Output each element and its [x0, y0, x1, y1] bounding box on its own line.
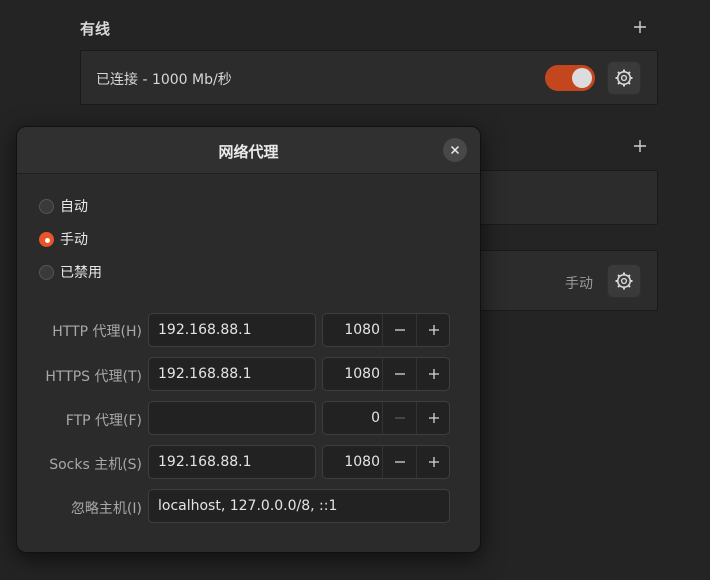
http-proxy-port-value[interactable]: 1080 — [323, 314, 380, 346]
https-proxy-port-value[interactable]: 1080 — [323, 358, 380, 390]
http-proxy-port-spinner: 1080 — [322, 313, 450, 347]
http-port-increment-button[interactable] — [416, 314, 450, 346]
socks-host-input[interactable]: 192.168.88.1 — [148, 445, 316, 479]
proxy-mode-value: 手动 — [565, 276, 593, 292]
http-proxy-label: HTTP 代理(H) — [52, 324, 142, 340]
gear-icon — [615, 272, 633, 290]
wired-connection-card: 已连接 - 1000 Mb/秒 — [80, 50, 658, 105]
ftp-proxy-port-value[interactable]: 0 — [323, 402, 380, 434]
close-button[interactable] — [443, 138, 467, 162]
https-port-increment-button[interactable] — [416, 358, 450, 390]
add-vpn-button[interactable] — [629, 135, 651, 157]
http-port-decrement-button[interactable] — [382, 314, 416, 346]
socks-port-increment-button[interactable] — [416, 446, 450, 478]
ftp-proxy-host-input[interactable] — [148, 401, 316, 435]
minus-icon — [394, 461, 405, 463]
wired-connection-status: 已连接 - 1000 Mb/秒 — [96, 72, 232, 88]
wired-section-title: 有线 — [80, 20, 111, 38]
plus-icon — [428, 457, 439, 467]
ftp-proxy-port-spinner: 0 — [322, 401, 450, 435]
ftp-port-decrement-button — [382, 402, 416, 434]
radio-button-manual[interactable] — [39, 231, 54, 247]
add-wired-connection-button[interactable] — [629, 16, 651, 38]
toggle-knob — [572, 68, 592, 88]
wired-settings-button[interactable] — [607, 61, 641, 95]
socks-host-label: Socks 主机(S) — [49, 457, 142, 473]
radio-manual[interactable]: 手动 — [39, 229, 88, 249]
minus-icon — [394, 417, 405, 419]
socks-port-value[interactable]: 1080 — [323, 446, 380, 478]
ignore-hosts-input[interactable]: localhost, 127.0.0.0/8, ::1 — [148, 489, 450, 523]
http-proxy-host-input[interactable]: 192.168.88.1 — [148, 313, 316, 347]
plus-icon — [428, 369, 439, 379]
minus-icon — [394, 329, 405, 331]
dialog-title: 网络代理 — [218, 143, 279, 161]
https-proxy-host-input[interactable]: 192.168.88.1 — [148, 357, 316, 391]
network-proxy-dialog: 网络代理 自动 手动 已禁用 HTTP 代理(H) 192.168.88.1 1… — [16, 126, 481, 553]
close-icon — [450, 145, 460, 155]
radio-button-disabled[interactable] — [39, 264, 54, 280]
ftp-proxy-label: FTP 代理(F) — [65, 413, 142, 429]
ftp-port-increment-button[interactable] — [416, 402, 450, 434]
gear-icon — [615, 69, 633, 87]
plus-icon — [428, 325, 439, 335]
plus-icon — [634, 21, 646, 33]
https-proxy-port-spinner: 1080 — [322, 357, 450, 391]
radio-button-auto[interactable] — [39, 198, 54, 214]
plus-icon — [634, 140, 646, 152]
radio-disabled[interactable]: 已禁用 — [39, 262, 102, 282]
proxy-settings-button[interactable] — [607, 264, 641, 298]
socks-port-decrement-button[interactable] — [382, 446, 416, 478]
radio-label-disabled: 已禁用 — [60, 265, 102, 281]
socks-port-spinner: 1080 — [322, 445, 450, 479]
radio-label-auto: 自动 — [60, 199, 88, 215]
minus-icon — [394, 373, 405, 375]
settings-window: 有线 已连接 - 1000 Mb/秒 手动 网络代理 自动 手动 已禁用 HTT… — [0, 0, 710, 580]
https-port-decrement-button[interactable] — [382, 358, 416, 390]
radio-label-manual: 手动 — [60, 232, 88, 248]
wired-connection-toggle[interactable] — [545, 65, 595, 91]
https-proxy-label: HTTPS 代理(T) — [45, 369, 142, 385]
radio-auto[interactable]: 自动 — [39, 196, 88, 216]
ignore-hosts-label: 忽略主机(I) — [70, 501, 142, 517]
dialog-header: 网络代理 — [17, 127, 480, 174]
plus-icon — [428, 413, 439, 423]
